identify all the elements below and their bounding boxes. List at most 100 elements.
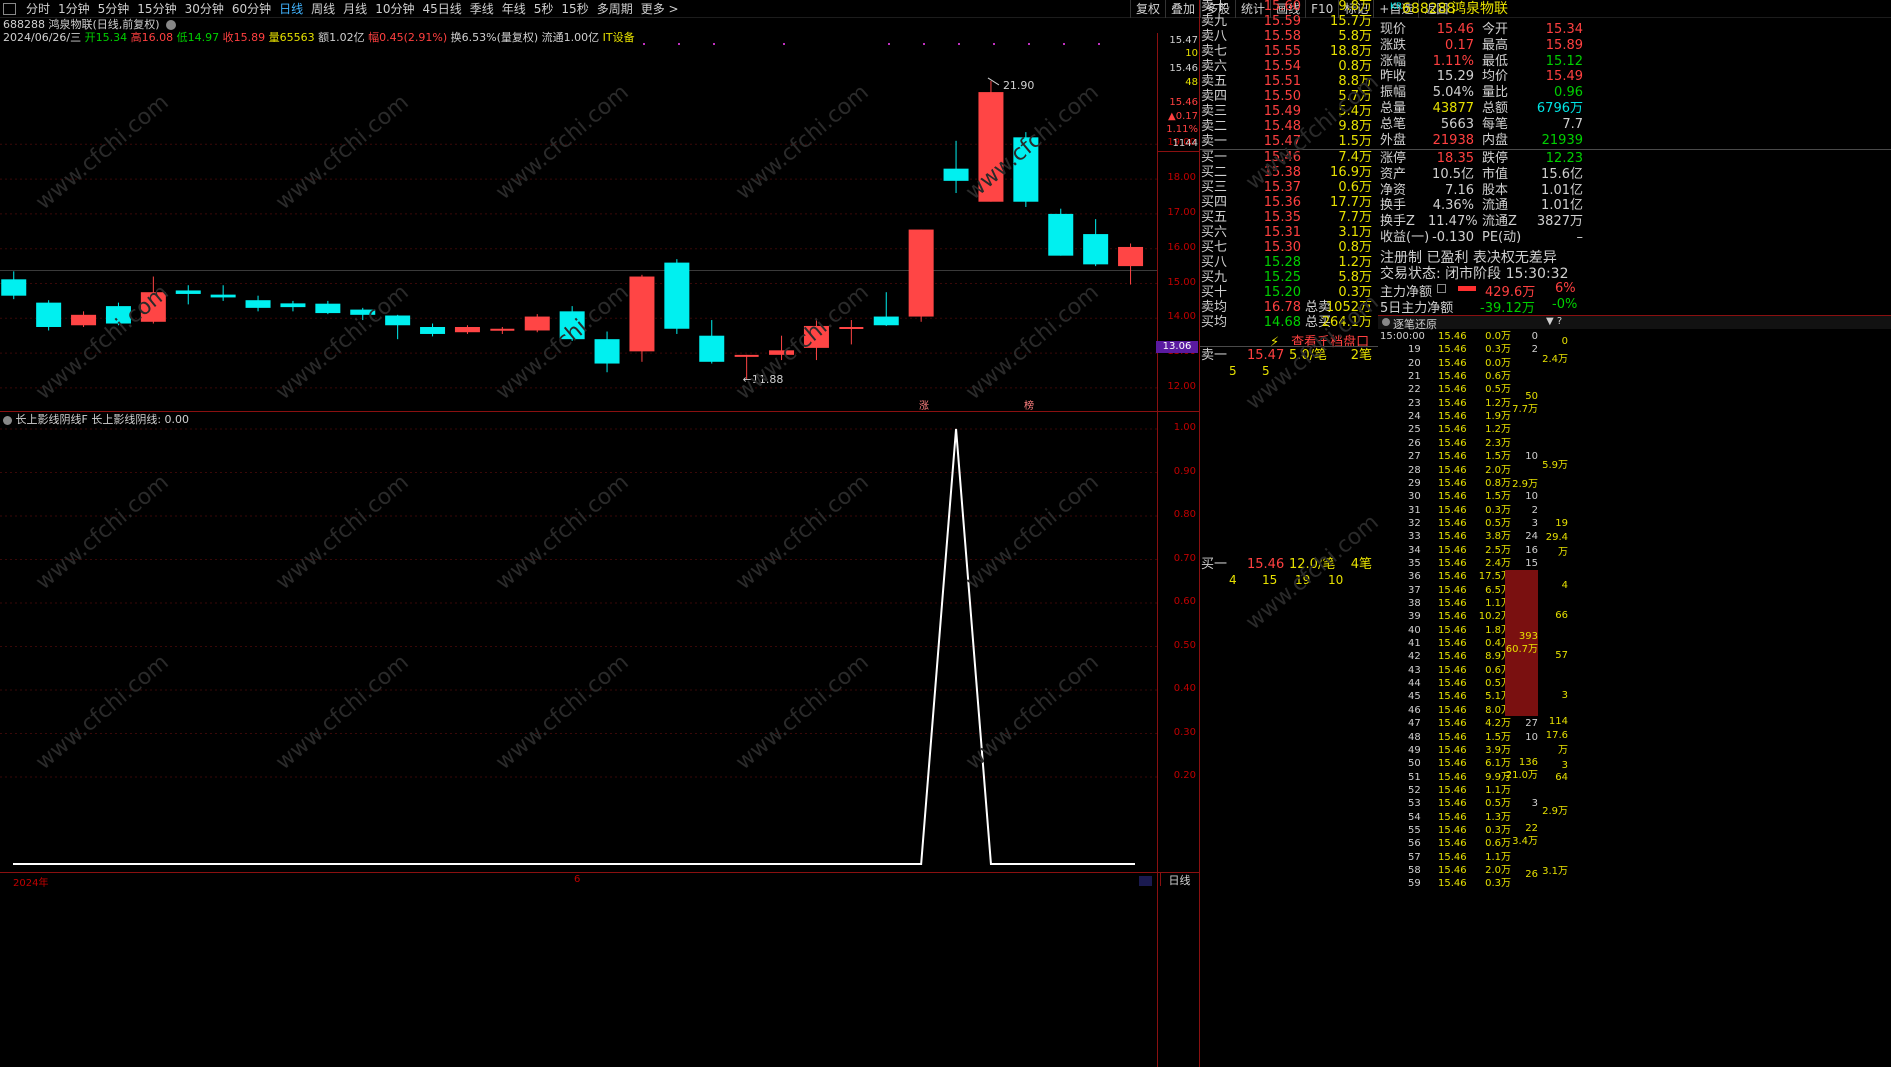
orderbook-sell-row[interactable]: 卖二 15.48 9.8万 [1201,119,1374,134]
quote-value: 7.7 [1562,116,1583,132]
tick-price: 15.46 [1438,731,1467,743]
orderbook-level-label: 买八 [1201,255,1228,270]
tick-price: 15.46 [1438,544,1467,556]
quote-label: 均价 [1482,69,1509,85]
tick-right-value: 3 [1561,690,1568,701]
orderbook-level-label: 卖四 [1201,89,1228,104]
quote-value: 5.04% [1432,85,1474,101]
period-button[interactable]: 日线 [1160,872,1198,887]
tick-row: 21 15.46 0.6万 [1380,370,1538,383]
tick-group: 22 3.4万 [1505,822,1538,848]
quote-label: 流通 [1482,198,1509,214]
orderbook-buy-row[interactable]: 买十 15.20 0.3万 [1201,285,1374,300]
price-axis-top-label: 15.46 [1169,63,1198,74]
tick-time: 28 [1408,464,1421,476]
tick-price: 15.46 [1438,331,1467,342]
orderbook-price: 15.58 [1263,29,1301,44]
orderbook-sell-row[interactable]: 卖九 15.59 15.7万 [1201,14,1374,29]
tick-time: 58 [1408,865,1421,876]
tick-group-b: 21.0万 [1505,770,1538,781]
quote-label: 今开 [1482,22,1509,37]
tick-volume: 0.0万 [1485,357,1511,369]
candle [454,325,480,334]
quote-label: 收益(一) [1380,230,1430,245]
orderbook-level-label: 买六 [1201,225,1228,240]
tick-time: 30 [1408,491,1421,503]
quote-label: 总量 [1380,101,1407,116]
tick-price: 15.46 [1438,718,1467,730]
tick-volume: 2.4万 [1485,557,1511,569]
quote-label: 每笔 [1482,116,1509,132]
orderbook-buy-row[interactable]: 买六 15.31 3.1万 [1201,225,1374,240]
indicator-toggle-icon[interactable] [3,415,12,425]
quote-label: 最高 [1482,37,1509,53]
quote-row: 昨收 15.29 均价 15.49 [1380,69,1891,85]
orderbook-buy-row[interactable]: 买四 15.36 17.7万 [1201,195,1374,210]
quote-label: 涨跌 [1380,37,1407,53]
tick-time: 59 [1408,878,1421,890]
tick-volume: 2.3万 [1485,437,1511,449]
orderbook-buy-row[interactable]: 买八 15.28 1.2万 [1201,255,1374,270]
quote-row: 总笔 5663 每笔 7.7 [1380,117,1891,133]
quote-value: 15.89 [1545,37,1583,53]
tick-time: 15:00:00 [1380,331,1425,342]
orderbook-buy-row[interactable]: 买九 15.25 5.8万 [1201,270,1374,285]
quote-value: 4.36% [1432,198,1474,214]
orderbook-buy-row[interactable]: 买五 15.35 7.7万 [1201,210,1374,225]
indicator-title: 长上影线阴线F [15,413,88,426]
candle [1083,219,1109,267]
orderbook-sell-row[interactable]: 卖八 15.58 5.8万 [1201,29,1374,44]
orderbook-sell-row[interactable]: 卖七 15.55 18.8万 [1201,44,1374,59]
tick-time: 20 [1408,357,1421,369]
tick-group-a: 26 [1525,869,1538,880]
quote-row: 资产 10.5亿 市值 15.6亿 [1380,167,1891,183]
tick-volume: 4.2万 [1485,718,1511,730]
tick-price: 15.46 [1438,517,1467,529]
tick-price: 15.46 [1438,397,1467,409]
event-dot [713,43,715,45]
price-axis-top-label: ▲0.17 [1168,111,1198,122]
quote-value: -0.130 [1432,230,1474,245]
tick-volume: 2.0万 [1485,464,1511,476]
tick-time: 39 [1408,611,1421,623]
header-code: 688288 [1402,1,1456,17]
main5-label: 5日主力净额 [1380,301,1454,316]
price-axis-label: 12.00 [1167,380,1196,392]
quote-row: 涨跌 0.17 最高 15.89 [1380,38,1891,54]
orderbook-buy-row[interactable]: 买三 15.37 0.6万 [1201,180,1374,195]
price-axis-top-label: 15.47 [1169,35,1198,46]
orderbook-price: 15.25 [1263,270,1301,285]
tick-group: 136 21.0万 [1505,756,1538,782]
candle [908,229,934,322]
orderbook-sell-row[interactable]: 卖六 15.54 0.8万 [1201,59,1374,74]
price-axis-top-label: 1144 [1172,138,1198,149]
queue-label: 买一 [1201,557,1228,572]
tick-price: 15.46 [1438,584,1467,596]
quote-label: 换手 [1380,198,1407,214]
tick-row: 30 15.46 1.5万 10 [1380,490,1538,503]
quote-label: 资产 [1380,166,1407,182]
indicator-axis-label: 0.80 [1173,509,1196,520]
event-dot [1098,43,1100,45]
tick-price: 15.46 [1438,851,1467,863]
orderbook-price: 15.30 [1263,240,1301,255]
ticks-toggle-icon[interactable] [1382,318,1390,326]
candle [210,285,236,301]
indicator-axis-label: 0.60 [1173,596,1196,607]
filter-icon[interactable]: ▼ ? [1546,316,1562,327]
main-net-icon[interactable] [1437,284,1446,293]
orderbook-sell-row[interactable]: 卖十 15.60 9.8万 [1201,0,1374,14]
candle [175,285,201,305]
tick-time: 54 [1408,811,1421,823]
tick-count: 3 [1531,798,1538,810]
orderbook-volume: 5.8万 [1338,270,1372,285]
quote-label: 振幅 [1380,85,1407,101]
orderbook-buy-row[interactable]: 买七 15.30 0.8万 [1201,240,1374,255]
orderbook-level-label: 买十 [1201,285,1228,300]
avg-buy-label: 买均 [1201,315,1228,330]
tick-row: 32 15.46 0.5万 3 [1380,517,1538,530]
status-line: 交易状态: 闭市阶段 15:30:32 [1380,266,1569,282]
price-axis-label: 17.00 [1167,206,1196,218]
scroll-handle[interactable] [1139,876,1152,886]
tick-right-value: 0 [1561,336,1568,347]
